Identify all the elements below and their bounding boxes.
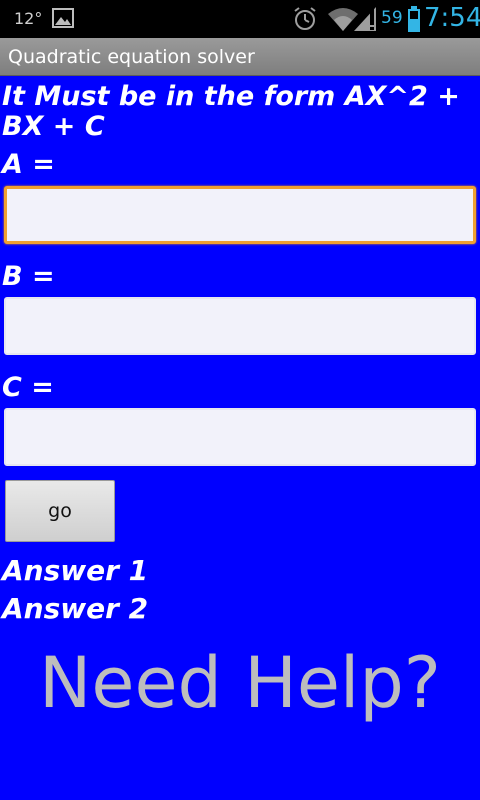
label-c: C = [2, 372, 54, 403]
status-bar: 12° 59 7:54 [0, 0, 480, 38]
app-title: Quadratic equation solver [8, 46, 255, 68]
label-a: A = [2, 149, 55, 180]
input-a[interactable] [4, 186, 476, 244]
photo-icon [52, 8, 74, 28]
alarm-icon [292, 6, 318, 32]
temperature-text: 12° [14, 9, 43, 28]
answer-1: Answer 1 [2, 554, 149, 587]
title-bar: Quadratic equation solver [0, 38, 480, 76]
battery-icon [408, 6, 420, 32]
signal-icon [354, 7, 376, 31]
input-c[interactable] [4, 408, 476, 466]
instruction-text: It Must be in the form AX^2 + BX + C [2, 81, 460, 142]
go-button[interactable]: go [5, 480, 115, 542]
input-b[interactable] [4, 297, 476, 355]
label-b: B = [2, 261, 55, 292]
clock-time: 7:54 [424, 3, 480, 33]
main-content: It Must be in the form AX^2 + BX + C A =… [0, 76, 480, 800]
answer-2: Answer 2 [2, 592, 149, 625]
screen: 12° 59 7:54 Quadratic equation solver It… [0, 0, 480, 800]
battery-percent: 59 [381, 8, 403, 28]
need-help-link[interactable]: Need Help? [0, 640, 480, 726]
